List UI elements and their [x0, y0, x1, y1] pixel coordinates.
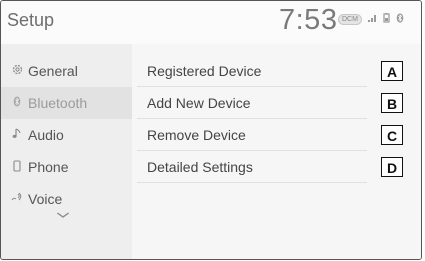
menu-item-registered-device[interactable]: Registered Device A [137, 55, 419, 87]
music-note-icon [11, 128, 23, 142]
screen-frame: Setup 7:53 DCM General Bluetooth Audio P… [0, 0, 422, 260]
chevron-down-icon[interactable] [56, 210, 70, 221]
sidebar-item-general[interactable]: General [1, 55, 132, 87]
menu-item-detailed-settings[interactable]: Detailed Settings D [137, 151, 419, 183]
sidebar-item-bluetooth[interactable]: Bluetooth [1, 87, 132, 119]
voice-icon [11, 192, 23, 206]
sidebar-item-label: Voice [28, 191, 63, 207]
menu-item-label: Remove Device [147, 127, 246, 143]
dcm-badge: DCM [338, 14, 362, 25]
menu-item-label: Add New Device [147, 95, 251, 111]
callout-marker: C [381, 125, 403, 145]
menu-item-label: Registered Device [147, 63, 262, 79]
menu-item-label: Detailed Settings [147, 159, 253, 175]
sidebar-item-phone[interactable]: Phone [1, 151, 132, 183]
sidebar-item-label: Bluetooth [28, 95, 88, 111]
bluetooth-status-icon [396, 13, 404, 26]
sidebar-item-label: Audio [28, 127, 64, 143]
header-bar: Setup 7:53 DCM [1, 1, 421, 41]
signal-bars-icon [367, 14, 377, 25]
divider [137, 182, 367, 183]
callout-marker: B [381, 93, 403, 113]
sidebar-item-label: Phone [28, 159, 69, 175]
clock: 7:53 [279, 4, 338, 36]
phone-icon [11, 159, 23, 175]
menu-item-remove-device[interactable]: Remove Device C [137, 119, 419, 151]
status-area: DCM [338, 13, 404, 26]
bluetooth-icon [11, 96, 23, 110]
callout-marker: A [381, 61, 403, 81]
battery-icon [383, 13, 390, 26]
sidebar-item-audio[interactable]: Audio [1, 119, 132, 151]
sidebar-item-label: General [28, 63, 78, 79]
gear-icon [11, 64, 23, 78]
page-title: Setup [7, 10, 55, 30]
callout-marker: D [381, 157, 403, 177]
menu-item-add-new-device[interactable]: Add New Device B [137, 87, 419, 119]
